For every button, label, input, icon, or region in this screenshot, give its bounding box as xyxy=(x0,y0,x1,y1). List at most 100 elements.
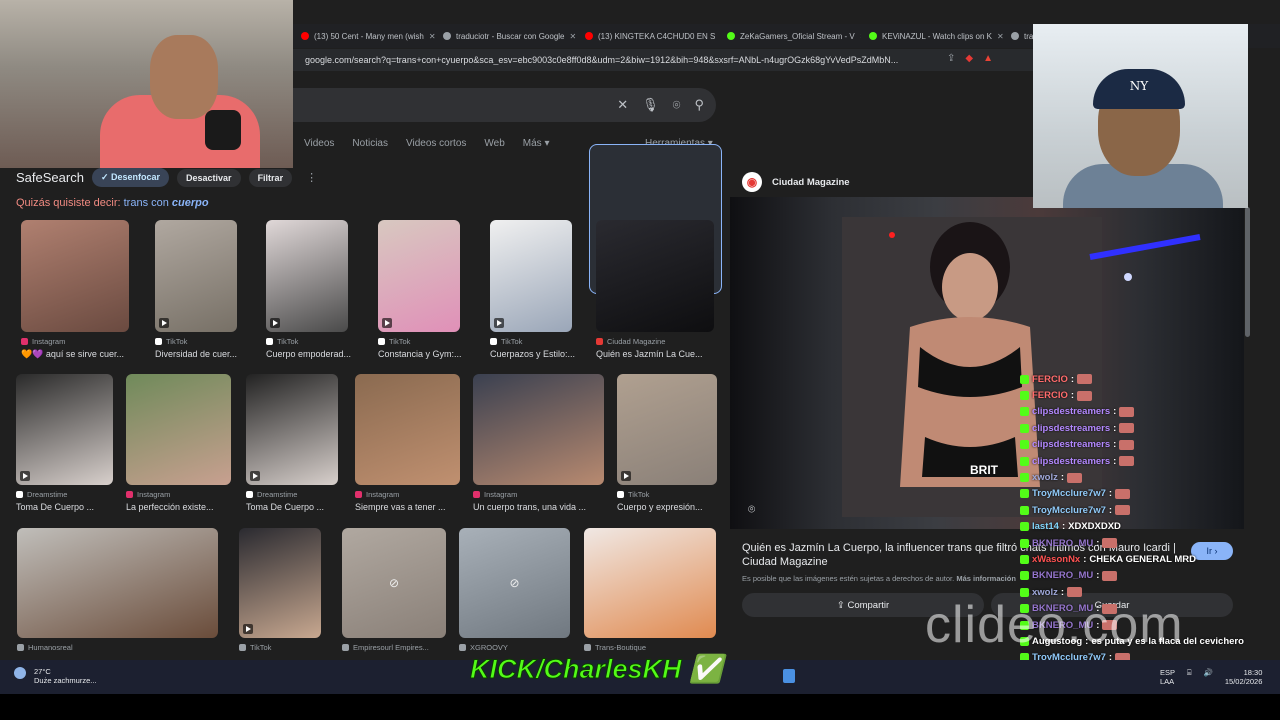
address-text: google.com/search?q=trans+con+cyuerpo&sc… xyxy=(305,55,899,65)
chat-separator: : xyxy=(1113,439,1117,451)
extension-icon[interactable]: ◆ xyxy=(965,53,973,64)
image-result-caption[interactable]: Instagram La perfección existe... xyxy=(126,490,236,512)
image-result-caption[interactable]: TikTok Diversidad de cuer... xyxy=(155,337,265,359)
tab-title: ZeKaGamers_Oficial Stream - V xyxy=(740,31,855,41)
image-result-caption[interactable]: TikTok xyxy=(239,643,349,652)
image-result-thumbnail[interactable] xyxy=(596,220,714,332)
disable-button[interactable]: Desactivar xyxy=(177,168,241,187)
tab-close-icon[interactable]: ✕ xyxy=(570,32,577,41)
image-result-caption[interactable]: TikTok Cuerpo empoderad... xyxy=(266,337,376,359)
image-result-caption[interactable]: Ciudad Magazine Quién es Jazmín La Cue... xyxy=(596,337,714,359)
search-box[interactable]: ✕ 🎙 ⌾ ⚲ xyxy=(293,88,716,122)
image-result-thumbnail[interactable] xyxy=(490,220,572,332)
image-result-thumbnail[interactable] xyxy=(355,374,460,485)
chat-separator: : xyxy=(1113,422,1117,434)
chat-message: clipsdestreamers: xyxy=(1020,453,1260,469)
image-result-thumbnail[interactable] xyxy=(21,220,129,332)
chat-emote-icon xyxy=(1077,374,1093,385)
chat-badge-icon xyxy=(1020,554,1029,564)
weather-widget[interactable]: 27°C Duże zachmurze... xyxy=(14,667,97,685)
image-result-thumbnail[interactable] xyxy=(378,220,460,332)
browser-tab[interactable]: (13) 50 Cent - Many men (wish ✕ xyxy=(293,25,435,47)
tab-news[interactable]: Noticias xyxy=(352,138,388,149)
image-result-caption[interactable]: Empiresourl Empires... xyxy=(342,643,452,652)
image-result-thumbnail[interactable] xyxy=(239,528,321,638)
image-result-thumbnail[interactable] xyxy=(246,374,338,485)
image-result-thumbnail[interactable] xyxy=(155,220,237,332)
chat-badge-icon xyxy=(1020,456,1029,466)
ciudad-magazine-logo-icon: ◉ xyxy=(742,172,762,192)
address-bar[interactable]: google.com/search?q=trans+con+cyuerpo&sc… xyxy=(293,49,1033,71)
source-favicon-icon xyxy=(473,491,480,498)
chat-username: xwolz xyxy=(1032,472,1058,484)
chat-emote-icon xyxy=(1102,538,1118,549)
did-you-mean-link[interactable]: trans con cuerpo xyxy=(124,197,209,209)
chat-separator: : xyxy=(1108,504,1113,516)
tab-more[interactable]: Más ▾ xyxy=(523,138,550,149)
result-source-name: TikTok xyxy=(250,643,272,652)
blur-button[interactable]: ✓ Desenfocar xyxy=(91,168,170,187)
cap-logo-icon: NY xyxy=(1093,69,1185,109)
image-result-caption[interactable]: Humanosreal xyxy=(17,643,218,652)
video-play-icon xyxy=(270,318,280,328)
result-source: TikTok xyxy=(266,337,376,346)
image-result-caption[interactable]: Instagram Un cuerpo trans, una vida ... xyxy=(473,490,604,512)
browser-tab[interactable]: traduciotr - Buscar con Google ✕ xyxy=(435,25,577,47)
volume-icon[interactable]: 🔊 xyxy=(1204,668,1213,686)
image-result-caption[interactable]: Trans-Boutique xyxy=(584,643,716,652)
warning-icon[interactable]: ▲ xyxy=(983,53,993,64)
image-result-thumbnail[interactable]: ⊘ xyxy=(459,528,570,638)
image-result-thumbnail[interactable] xyxy=(473,374,604,485)
image-result-thumbnail[interactable] xyxy=(17,528,218,638)
tab-title: (13) KINGTEKA C4CHUD0 EN S xyxy=(598,31,716,41)
source-favicon-icon xyxy=(459,644,466,651)
layout-code: LAA xyxy=(1160,677,1175,686)
chat-badge-icon xyxy=(1020,391,1029,401)
image-result-thumbnail[interactable] xyxy=(617,374,717,485)
browser-tab[interactable]: KEViNAZUL - Watch clips on K ✕ xyxy=(861,25,1003,47)
image-result-caption[interactable]: XGROOVY xyxy=(459,643,570,652)
image-result-thumbnail[interactable] xyxy=(126,374,231,485)
image-result-thumbnail[interactable] xyxy=(584,528,716,638)
chat-message: clipsdestreamers: xyxy=(1020,404,1260,420)
search-icon[interactable]: ⚲ xyxy=(694,97,704,113)
result-title: Cuerpazos y Estilo:... xyxy=(490,349,576,359)
image-result-caption[interactable]: Dreamstime Toma De Cuerpo ... xyxy=(246,490,356,512)
preview-source[interactable]: ◉ Ciudad Magazine xyxy=(742,172,850,192)
lens-search-icon[interactable]: ⌾ xyxy=(748,502,755,517)
more-options-icon[interactable]: ⋮ xyxy=(306,171,317,184)
letterbox-bottom xyxy=(0,694,1280,720)
browser-tab[interactable]: ZeKaGamers_Oficial Stream - V✕ xyxy=(719,25,861,47)
chat-separator: : xyxy=(1096,570,1100,582)
browser-tab[interactable]: (13) KINGTEKA C4CHUD0 EN S✕ xyxy=(577,25,719,47)
image-result-caption[interactable]: TikTok Constancia y Gym:... xyxy=(378,337,488,359)
filter-button[interactable]: Filtrar xyxy=(248,168,293,187)
chat-message: BKNERO_MU: xyxy=(1020,535,1260,551)
result-source-name: TikTok xyxy=(277,337,299,346)
tab-videos[interactable]: Videos xyxy=(304,138,334,149)
image-result-thumbnail[interactable] xyxy=(266,220,348,332)
language-code: ESP xyxy=(1160,668,1176,677)
more-info-link[interactable]: Más información xyxy=(956,574,1016,583)
network-icon[interactable]: ⌸ xyxy=(1187,668,1192,686)
voice-search-icon[interactable]: 🎙 xyxy=(642,97,659,113)
guest-webcam: NY xyxy=(1033,24,1248,208)
clock[interactable]: 18:30 15/02/2026 xyxy=(1225,668,1263,686)
lens-icon[interactable]: ⌾ xyxy=(673,97,681,113)
tab-short-videos[interactable]: Videos cortos xyxy=(406,138,466,149)
taskbar-app-icon[interactable] xyxy=(783,669,795,683)
language-indicator[interactable]: ESP LAA xyxy=(1160,668,1175,686)
weather-desc: Duże zachmurze... xyxy=(34,676,97,685)
image-result-thumbnail[interactable] xyxy=(16,374,113,485)
image-result-caption[interactable]: Dreamstime Toma De Cuerpo ... xyxy=(16,490,126,512)
image-result-caption[interactable]: TikTok Cuerpazos y Estilo:... xyxy=(490,337,600,359)
clear-icon[interactable]: ✕ xyxy=(617,97,628,113)
tab-web[interactable]: Web xyxy=(484,138,504,149)
share-icon[interactable]: ⇪ xyxy=(947,53,955,64)
image-result-caption[interactable]: Instagram 🧡💜 aquí se sirve cuer... xyxy=(21,337,131,360)
image-result-caption[interactable]: Instagram Siempre vas a tener ... xyxy=(355,490,465,512)
preview-scrollbar[interactable] xyxy=(1245,207,1250,337)
address-bar-icons: ⇪ ◆ ▲ xyxy=(947,53,993,64)
image-result-caption[interactable]: TikTok Cuerpo y expresión... xyxy=(617,490,727,512)
image-result-thumbnail[interactable]: ⊘ xyxy=(342,528,446,638)
